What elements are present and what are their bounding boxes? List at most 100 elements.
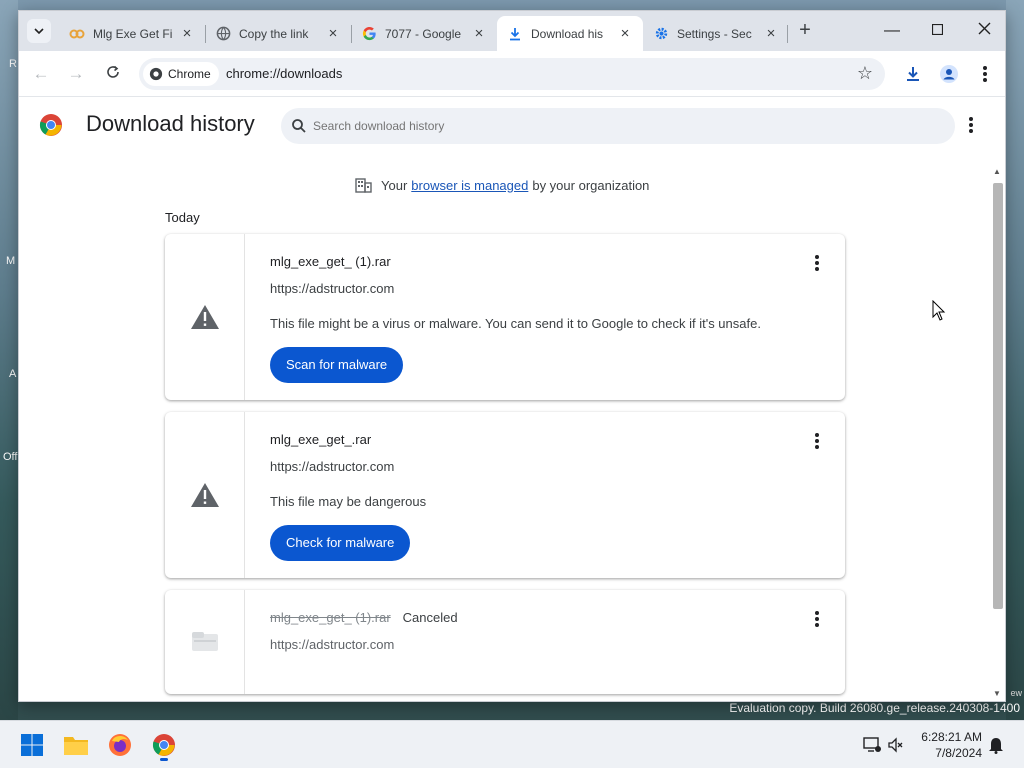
new-tab-button[interactable]: +	[793, 19, 817, 43]
close-icon[interactable]: ×	[179, 25, 195, 42]
close-icon[interactable]: ×	[325, 25, 341, 42]
maximize-button[interactable]	[922, 19, 952, 43]
close-icon[interactable]: ×	[471, 25, 487, 42]
desktop-label: M	[6, 255, 16, 267]
file-icon-area	[165, 234, 245, 400]
scrollbar[interactable]: ▲ ▼	[991, 167, 1003, 698]
kebab-dot	[969, 129, 973, 133]
clock-date: 7/8/2024	[935, 746, 982, 760]
url-text[interactable]: chrome://downloads	[226, 66, 342, 81]
kebab-dot	[815, 439, 819, 443]
tab-download-history[interactable]: Download his ×	[497, 16, 643, 51]
managed-link[interactable]: browser is managed	[411, 178, 528, 193]
tab-title: Settings - Sec	[677, 26, 752, 41]
kebab-dot	[983, 72, 987, 76]
search-input[interactable]	[313, 119, 913, 133]
gear-icon	[653, 26, 669, 42]
desktop-background-right	[1006, 0, 1024, 720]
browser-menu-button[interactable]	[973, 62, 997, 86]
chrome-icon	[149, 67, 163, 81]
taskbar: 6:28:21 AM 7/8/2024	[0, 720, 1024, 768]
desktop-label: ew	[1010, 688, 1022, 698]
close-icon	[978, 22, 990, 35]
chip-label: Chrome	[168, 67, 211, 81]
scroll-down-icon[interactable]: ▼	[993, 689, 1001, 698]
notification-bell-icon[interactable]	[986, 735, 1006, 755]
warning-icon	[190, 305, 219, 329]
date-heading: Today	[165, 210, 200, 225]
kebab-dot	[815, 433, 819, 437]
file-name[interactable]: mlg_exe_get_ (1).rar	[270, 254, 805, 269]
kebab-dot	[969, 123, 973, 127]
tab-copy-link[interactable]: Copy the link ×	[205, 16, 351, 51]
scroll-up-icon[interactable]: ▲	[993, 167, 1001, 176]
tab-strip: Mlg Exe Get Fi × Copy the link × 7077 - …	[19, 11, 1005, 51]
warning-text: This file may be dangerous	[270, 494, 427, 509]
download-icon	[907, 67, 919, 81]
tab-title: 7077 - Google	[385, 26, 462, 41]
desktop-background-left	[0, 0, 18, 720]
kebab-dot	[815, 445, 819, 449]
warning-icon	[190, 483, 219, 507]
file-source-url[interactable]: https://adstructor.com	[270, 281, 805, 296]
evaluation-watermark: Evaluation copy. Build 26080.ge_release.…	[729, 701, 1020, 715]
close-icon[interactable]: ×	[763, 25, 779, 42]
file-name-row: mlg_exe_get_ (1).rar Canceled	[270, 610, 805, 625]
bookmark-star-icon[interactable]: ☆	[857, 63, 873, 84]
file-source-url[interactable]: https://adstructor.com	[270, 637, 805, 652]
chrome-taskbar-button[interactable]	[148, 729, 180, 761]
folder-icon	[64, 737, 88, 755]
close-window-button[interactable]	[969, 19, 999, 43]
forward-button[interactable]: →	[64, 62, 88, 86]
download-item-canceled: mlg_exe_get_ (1).rar Canceled https://ads…	[165, 590, 845, 694]
globe-icon	[215, 26, 231, 42]
tab-title: Download his	[531, 26, 604, 41]
kebab-dot	[983, 66, 987, 70]
clock-time: 6:28:21 AM	[921, 730, 982, 744]
download-details: mlg_exe_get_.rar https://adstructor.com …	[270, 432, 805, 561]
chevron-down-icon	[34, 28, 44, 35]
file-icon-area	[165, 412, 245, 578]
kebab-dot	[815, 611, 819, 615]
start-button[interactable]	[16, 729, 48, 761]
maximize-icon	[931, 23, 943, 36]
item-menu-button[interactable]	[811, 432, 823, 450]
file-name[interactable]: mlg_exe_get_.rar	[270, 432, 805, 447]
firefox-button[interactable]	[104, 729, 136, 761]
tab-title: Copy the link	[239, 26, 309, 41]
avatar-icon	[940, 65, 958, 83]
scrollbar-thumb[interactable]	[993, 183, 1003, 609]
tab-mlg-exe[interactable]: Mlg Exe Get Fi ×	[59, 16, 205, 51]
profile-button[interactable]	[937, 62, 961, 86]
chrome-logo-icon	[39, 114, 62, 136]
download-details: mlg_exe_get_ (1).rar https://adstructor.…	[270, 254, 805, 383]
tab-title: Mlg Exe Get Fi	[93, 26, 173, 41]
site-info-chip[interactable]: Chrome	[143, 62, 219, 86]
tab-google[interactable]: 7077 - Google ×	[351, 16, 497, 51]
file-explorer-button[interactable]	[60, 729, 92, 761]
downloads-button[interactable]	[901, 62, 925, 86]
minimize-button[interactable]: —	[877, 19, 907, 43]
address-bar[interactable]: Chrome chrome://downloads ☆	[139, 58, 885, 90]
page-title: Download history	[86, 111, 255, 136]
item-menu-button[interactable]	[811, 254, 823, 272]
kebab-dot	[815, 267, 819, 271]
scan-for-malware-button[interactable]: Scan for malware	[270, 347, 404, 383]
system-clock[interactable]: 6:28:21 AM 7/8/2024	[912, 729, 982, 761]
kebab-dot	[815, 261, 819, 265]
managed-prefix: Your	[381, 177, 408, 193]
back-button[interactable]: ←	[29, 62, 53, 86]
network-icon[interactable]	[862, 735, 882, 755]
check-for-malware-button[interactable]: Check for malware	[270, 525, 411, 561]
file-source-url[interactable]: https://adstructor.com	[270, 459, 805, 474]
search-field[interactable]	[281, 108, 955, 144]
volume-muted-icon[interactable]	[886, 735, 906, 755]
reload-icon	[107, 65, 119, 78]
reload-button[interactable]	[101, 62, 125, 86]
tab-search-button[interactable]	[27, 19, 51, 43]
desktop-label: R	[9, 58, 17, 70]
page-menu-button[interactable]	[963, 115, 979, 135]
tab-settings[interactable]: Settings - Sec ×	[643, 16, 789, 51]
close-icon[interactable]: ×	[617, 25, 633, 42]
item-menu-button[interactable]	[811, 610, 823, 628]
